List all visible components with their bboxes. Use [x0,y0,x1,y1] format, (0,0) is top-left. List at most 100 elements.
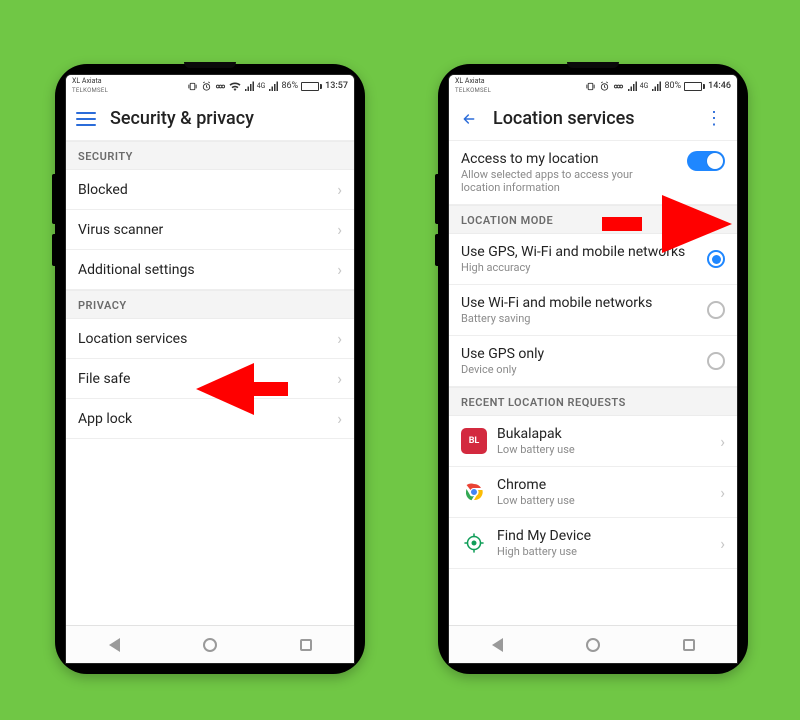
nav-back-button[interactable] [477,633,517,657]
alarm-icon [599,81,610,92]
battery-percent: 80% [664,81,681,91]
radio-unselected-icon[interactable] [707,352,725,370]
row-mode-high-accuracy[interactable]: Use GPS, Wi-Fi and mobile networks High … [449,234,737,285]
battery-percent: 86% [281,81,298,91]
row-label: File safe [78,371,327,387]
row-access-to-my-location[interactable]: Access to my location Allow selected app… [449,141,737,205]
hamburger-icon[interactable] [76,109,96,129]
network-type: 4G [640,82,649,90]
chevron-right-icon: › [720,483,725,502]
row-label: Virus scanner [78,222,327,238]
carrier-secondary: TELKOMSEL [455,86,491,95]
app-icon-chrome [461,479,487,505]
status-bar: XL Axiata TELKOMSEL 4G 80% 14:46 [449,75,737,97]
chevron-right-icon: › [720,432,725,451]
vibrate-icon [585,81,596,92]
app-icon-find-my-device [461,530,487,556]
android-nav-bar [449,625,737,663]
row-additional-settings[interactable]: Additional settings › [66,250,354,290]
nav-back-button[interactable] [94,633,134,657]
carrier-primary: XL Axiata [455,77,491,86]
settings-list: SECURITY Blocked › Virus scanner › Addit… [66,141,354,625]
signal-icon-2 [651,81,661,91]
app-icon-bukalapak: BL [461,428,487,454]
row-app-lock[interactable]: App lock › [66,399,354,439]
chevron-right-icon: › [720,534,725,553]
signal-icon [627,81,637,91]
volume-button [435,174,438,224]
app-icon-initials: BL [469,436,480,446]
chevron-right-icon: › [337,369,342,388]
network-type: 4G [257,82,266,90]
row-app-bukalapak[interactable]: BL Bukalapak Low battery use › [449,416,737,467]
radio-selected-icon[interactable] [707,250,725,268]
row-app-chrome[interactable]: Chrome Low battery use › [449,467,737,518]
status-bar: XL Axiata TELKOMSEL 4G 86% 13:57 [66,75,354,97]
battery-icon [301,82,322,91]
row-label: Blocked [78,182,327,198]
radio-unselected-icon[interactable] [707,301,725,319]
overflow-menu-icon[interactable]: ⋮ [701,108,727,129]
row-blocked[interactable]: Blocked › [66,170,354,210]
alarm-icon [201,81,212,92]
row-sub: Low battery use [497,443,710,456]
chevron-right-icon: › [337,329,342,348]
clock: 13:57 [325,81,348,91]
row-mode-device-only[interactable]: Use GPS only Device only [449,336,737,387]
clock: 14:46 [708,81,731,91]
row-label: Use Wi-Fi and mobile networks [461,295,697,311]
row-label: Use GPS, Wi-Fi and mobile networks [461,244,697,260]
row-mode-battery-saving[interactable]: Use Wi-Fi and mobile networks Battery sa… [449,285,737,336]
row-app-find-my-device[interactable]: Find My Device High battery use › [449,518,737,569]
phone-location-services: XL Axiata TELKOMSEL 4G 80% 14:46 [438,64,748,674]
row-sub: High accuracy [461,261,697,274]
settings-list: Access to my location Allow selected app… [449,141,737,625]
vibrate-icon [187,81,198,92]
power-button [52,234,55,266]
row-label: Location services [78,331,327,347]
row-label: Bukalapak [497,426,710,442]
phone-security-privacy: XL Axiata TELKOMSEL 4G 86% 13:57 [55,64,365,674]
section-header-security: SECURITY [66,141,354,170]
nav-recents-button[interactable] [669,633,709,657]
row-virus-scanner[interactable]: Virus scanner › [66,210,354,250]
row-sub: Low battery use [497,494,710,507]
toggle-access-location[interactable] [687,151,725,171]
chevron-right-icon: › [337,180,342,199]
nav-recents-button[interactable] [286,633,326,657]
back-icon[interactable] [459,109,479,129]
power-button [435,234,438,266]
row-sub: Device only [461,363,697,376]
chevron-right-icon: › [337,260,342,279]
row-sub: High battery use [497,545,710,558]
nav-home-button[interactable] [573,633,613,657]
section-header-recent-requests: RECENT LOCATION REQUESTS [449,387,737,416]
chevron-right-icon: › [337,409,342,428]
row-label: App lock [78,411,327,427]
eye-comfort-icon [215,81,226,92]
nav-home-button[interactable] [190,633,230,657]
page-title: Location services [493,108,687,129]
row-label: Additional settings [78,262,327,278]
page-title: Security & privacy [110,108,344,129]
signal-icon [244,81,254,91]
row-label: Find My Device [497,528,710,544]
battery-icon [684,82,705,91]
section-header-location-mode: LOCATION MODE [449,205,737,234]
volume-button [52,174,55,224]
app-bar: Location services ⋮ [449,97,737,141]
chevron-right-icon: › [337,220,342,239]
carrier-secondary: TELKOMSEL [72,86,108,95]
row-label: Access to my location [461,151,677,167]
row-file-safe[interactable]: File safe › [66,359,354,399]
wifi-icon [229,81,241,91]
section-header-privacy: PRIVACY [66,290,354,319]
row-location-services[interactable]: Location services › [66,319,354,359]
eye-comfort-icon [613,81,624,92]
row-sub: Battery saving [461,312,697,325]
android-nav-bar [66,625,354,663]
row-label: Use GPS only [461,346,697,362]
signal-icon-2 [268,81,278,91]
row-sub: Allow selected apps to access your locat… [461,168,661,194]
carrier-primary: XL Axiata [72,77,108,86]
